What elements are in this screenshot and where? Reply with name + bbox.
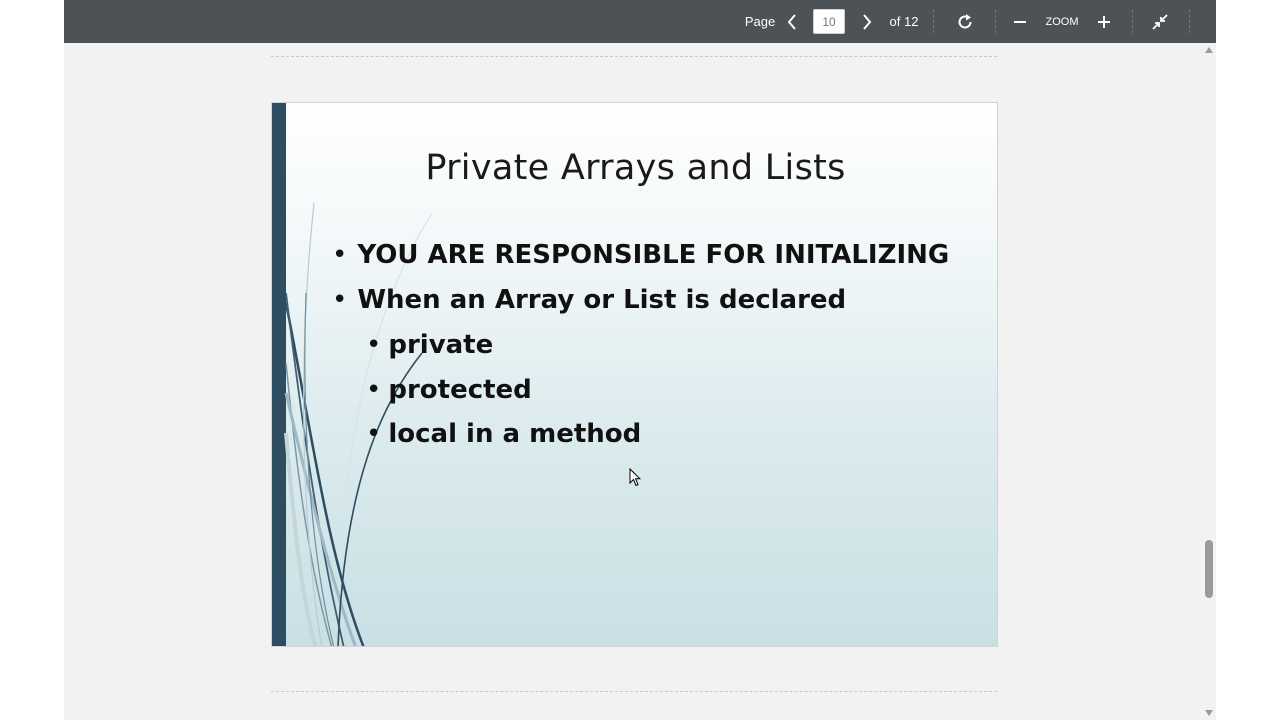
- page-number-input[interactable]: [813, 9, 845, 34]
- viewer-toolbar: Page of 12 ZOOM: [64, 0, 1216, 43]
- page-separator: [271, 691, 997, 692]
- scroll-up-arrow-icon[interactable]: [1204, 46, 1214, 54]
- sub-bullet-item: • private: [366, 330, 493, 360]
- collapse-button[interactable]: [1150, 0, 1170, 43]
- minus-icon: [1014, 20, 1026, 23]
- bullet-text: protected: [388, 375, 532, 405]
- page-label: Page: [744, 14, 776, 29]
- scrollbar-thumb[interactable]: [1205, 540, 1213, 598]
- mouse-cursor-icon: [629, 468, 641, 487]
- toolbar-divider: [1189, 10, 1190, 33]
- previous-page-button[interactable]: [782, 0, 802, 43]
- sub-bullet-item: • local in a method: [366, 419, 641, 449]
- toolbar-divider: [995, 10, 996, 33]
- bullet-text: When an Array or List is declared: [357, 285, 847, 315]
- bullet-item: • When an Array or List is declared: [332, 285, 846, 315]
- zoom-out-button[interactable]: [1010, 0, 1030, 43]
- next-page-button[interactable]: [857, 0, 877, 43]
- vertical-scrollbar[interactable]: [1200, 43, 1216, 720]
- bullet-text: private: [388, 330, 494, 360]
- bullet-glyph: •: [332, 240, 348, 270]
- toolbar-divider: [933, 10, 934, 33]
- bullet-item: • YOU ARE RESPONSIBLE FOR INITALIZING: [332, 240, 949, 270]
- page-count: of 12: [889, 14, 919, 29]
- bullet-text: local in a method: [388, 419, 642, 449]
- scroll-down-arrow-icon[interactable]: [1204, 709, 1214, 717]
- zoom-label: ZOOM: [1045, 15, 1079, 28]
- sub-bullet-item: • protected: [366, 375, 532, 405]
- plus-icon: [1098, 15, 1110, 28]
- zoom-in-button[interactable]: [1094, 0, 1114, 43]
- page-separator: [271, 56, 997, 57]
- right-margin: [1216, 0, 1280, 720]
- rotate-icon: [958, 13, 972, 28]
- chevron-right-icon: [863, 13, 872, 30]
- bullet-glyph: •: [366, 375, 382, 405]
- chevron-left-icon: [787, 13, 796, 30]
- slide-page: Private Arrays and Lists • YOU ARE RESPO…: [271, 102, 998, 647]
- slide-title: Private Arrays and Lists: [425, 148, 846, 188]
- bullet-glyph: •: [366, 419, 382, 449]
- document-viewer: Page of 12 ZOOM: [64, 0, 1216, 720]
- bullet-glyph: •: [366, 330, 382, 360]
- collapse-icon: [1152, 13, 1168, 30]
- bullet-glyph: •: [332, 285, 348, 315]
- rotate-button[interactable]: [952, 0, 978, 43]
- left-margin: [0, 0, 64, 720]
- bullet-text: YOU ARE RESPONSIBLE FOR INITALIZING: [357, 240, 950, 270]
- toolbar-divider: [1132, 10, 1133, 33]
